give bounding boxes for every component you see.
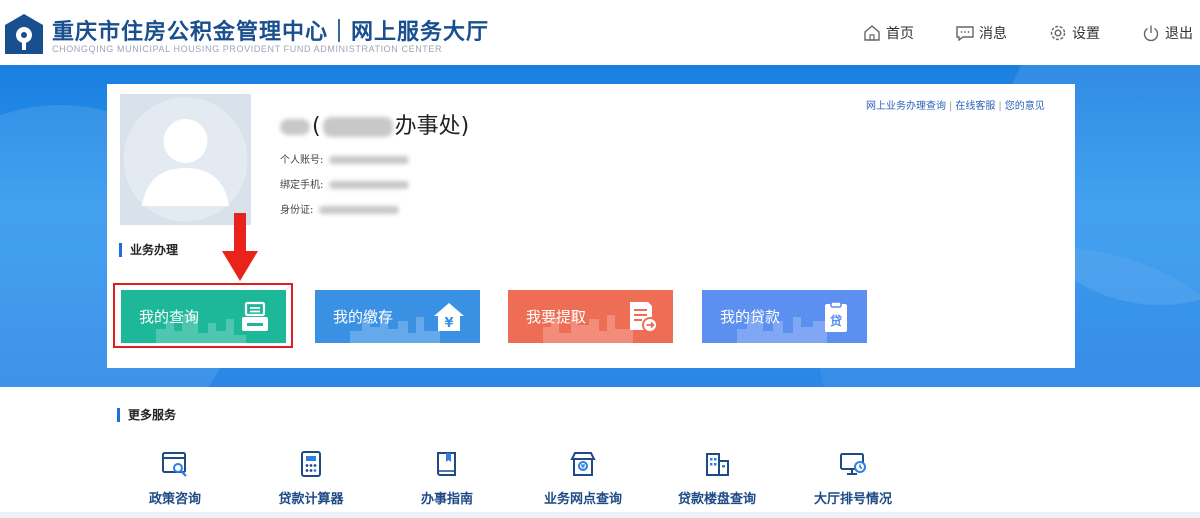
service-loan-calculator[interactable]: 贷款计算器 xyxy=(256,450,366,507)
user-office-suffix: 办事处) xyxy=(394,114,470,139)
printer-icon xyxy=(242,301,268,331)
tile-my-query-label: 我的查询 xyxy=(139,308,200,326)
nav-messages[interactable]: 消息 xyxy=(955,20,1007,46)
business-section-title: 业务办理 xyxy=(119,243,178,257)
service-queue-status[interactable]: 大厅排号情况 xyxy=(798,450,908,507)
account-number-row: 个人账号: xyxy=(280,151,410,166)
service-loan-property-query[interactable]: 贷款楼盘查询 xyxy=(662,450,772,507)
top-header: 重庆市住房公积金管理中心｜网上服务大厅 CHONGQING MUNICIPAL … xyxy=(0,0,1200,65)
service-guide[interactable]: 办事指南 xyxy=(392,450,502,507)
nav-home[interactable]: 首页 xyxy=(862,20,914,46)
nav-settings-label: 设置 xyxy=(1072,26,1100,42)
service-guide-label: 办事指南 xyxy=(420,492,473,507)
queue-monitor-icon xyxy=(840,453,866,475)
phone-row: 绑定手机: xyxy=(280,176,410,191)
tile-my-deposit[interactable]: 我的缴存 ¥ xyxy=(315,290,480,343)
policy-browser-icon xyxy=(162,452,187,477)
phone-label: 绑定手机: xyxy=(280,180,324,191)
site-title: 重庆市住房公积金管理中心｜网上服务大厅 xyxy=(52,20,490,45)
id-card-value xyxy=(319,206,400,214)
message-icon xyxy=(956,26,974,42)
site-subtitle: CHONGQING MUNICIPAL HOUSING PROVIDENT FU… xyxy=(52,44,443,54)
nav-messages-label: 消息 xyxy=(979,26,1007,42)
branch-store-icon: ¥ xyxy=(570,452,596,476)
id-card-label: 身份证: xyxy=(280,205,314,216)
document-withdraw-icon xyxy=(630,302,658,333)
tile-withdraw-label: 我要提取 xyxy=(526,308,587,326)
building-icon xyxy=(706,453,729,476)
service-queue-status-label: 大厅排号情况 xyxy=(813,492,892,507)
tile-my-loan-label: 我的贷款 xyxy=(720,308,781,326)
redacted-office xyxy=(322,117,393,137)
tile-my-deposit-label: 我的缴存 xyxy=(333,308,394,326)
link-feedback[interactable]: 您的意见 xyxy=(1005,101,1045,112)
quick-links: 网上业务办理查询 | 在线客服 | 您的意见 xyxy=(866,101,1045,112)
nav-logout-label: 退出 xyxy=(1165,26,1193,42)
nav-logout[interactable]: 退出 xyxy=(1141,20,1193,46)
service-branch-query-label: 业务网点查询 xyxy=(543,492,622,507)
user-silhouette-icon xyxy=(123,97,248,222)
red-arrow-icon xyxy=(222,213,258,281)
nav-settings[interactable]: 设置 xyxy=(1048,20,1100,46)
service-policy-consult[interactable]: 政策咨询 xyxy=(120,450,230,507)
user-name: (办事处) xyxy=(280,108,469,140)
calculator-icon xyxy=(301,451,321,477)
redacted-name xyxy=(280,119,310,135)
svg-text:贷: 贷 xyxy=(830,313,842,328)
account-number-value xyxy=(329,156,410,164)
logo-icon xyxy=(5,14,43,54)
nav-home-label: 首页 xyxy=(886,26,914,42)
link-online-service[interactable]: 在线客服 xyxy=(955,101,995,112)
service-loan-calculator-label: 贷款计算器 xyxy=(278,492,344,507)
power-icon xyxy=(1143,25,1159,42)
guide-book-icon xyxy=(437,452,456,476)
service-branch-query[interactable]: ¥ 业务网点查询 xyxy=(528,450,638,507)
link-online-business-query[interactable]: 网上业务办理查询 xyxy=(866,101,946,112)
loan-clipboard-icon: 贷 xyxy=(825,301,847,332)
account-number-label: 个人账号: xyxy=(280,155,324,166)
phone-value xyxy=(329,181,410,189)
tile-withdraw[interactable]: 我要提取 xyxy=(508,290,673,343)
avatar xyxy=(120,94,251,225)
tile-my-loan[interactable]: 我的贷款 贷 xyxy=(702,290,867,343)
footer-strip xyxy=(0,512,1200,518)
gear-icon xyxy=(1050,25,1066,41)
home-icon xyxy=(864,25,880,41)
service-policy-consult-label: 政策咨询 xyxy=(148,492,201,507)
svg-text:¥: ¥ xyxy=(444,316,453,331)
id-card-row: 身份证: xyxy=(280,201,400,216)
more-services-title: 更多服务 xyxy=(117,408,176,422)
service-loan-property-query-label: 贷款楼盘查询 xyxy=(677,492,756,507)
house-yen-icon: ¥ xyxy=(434,303,464,331)
